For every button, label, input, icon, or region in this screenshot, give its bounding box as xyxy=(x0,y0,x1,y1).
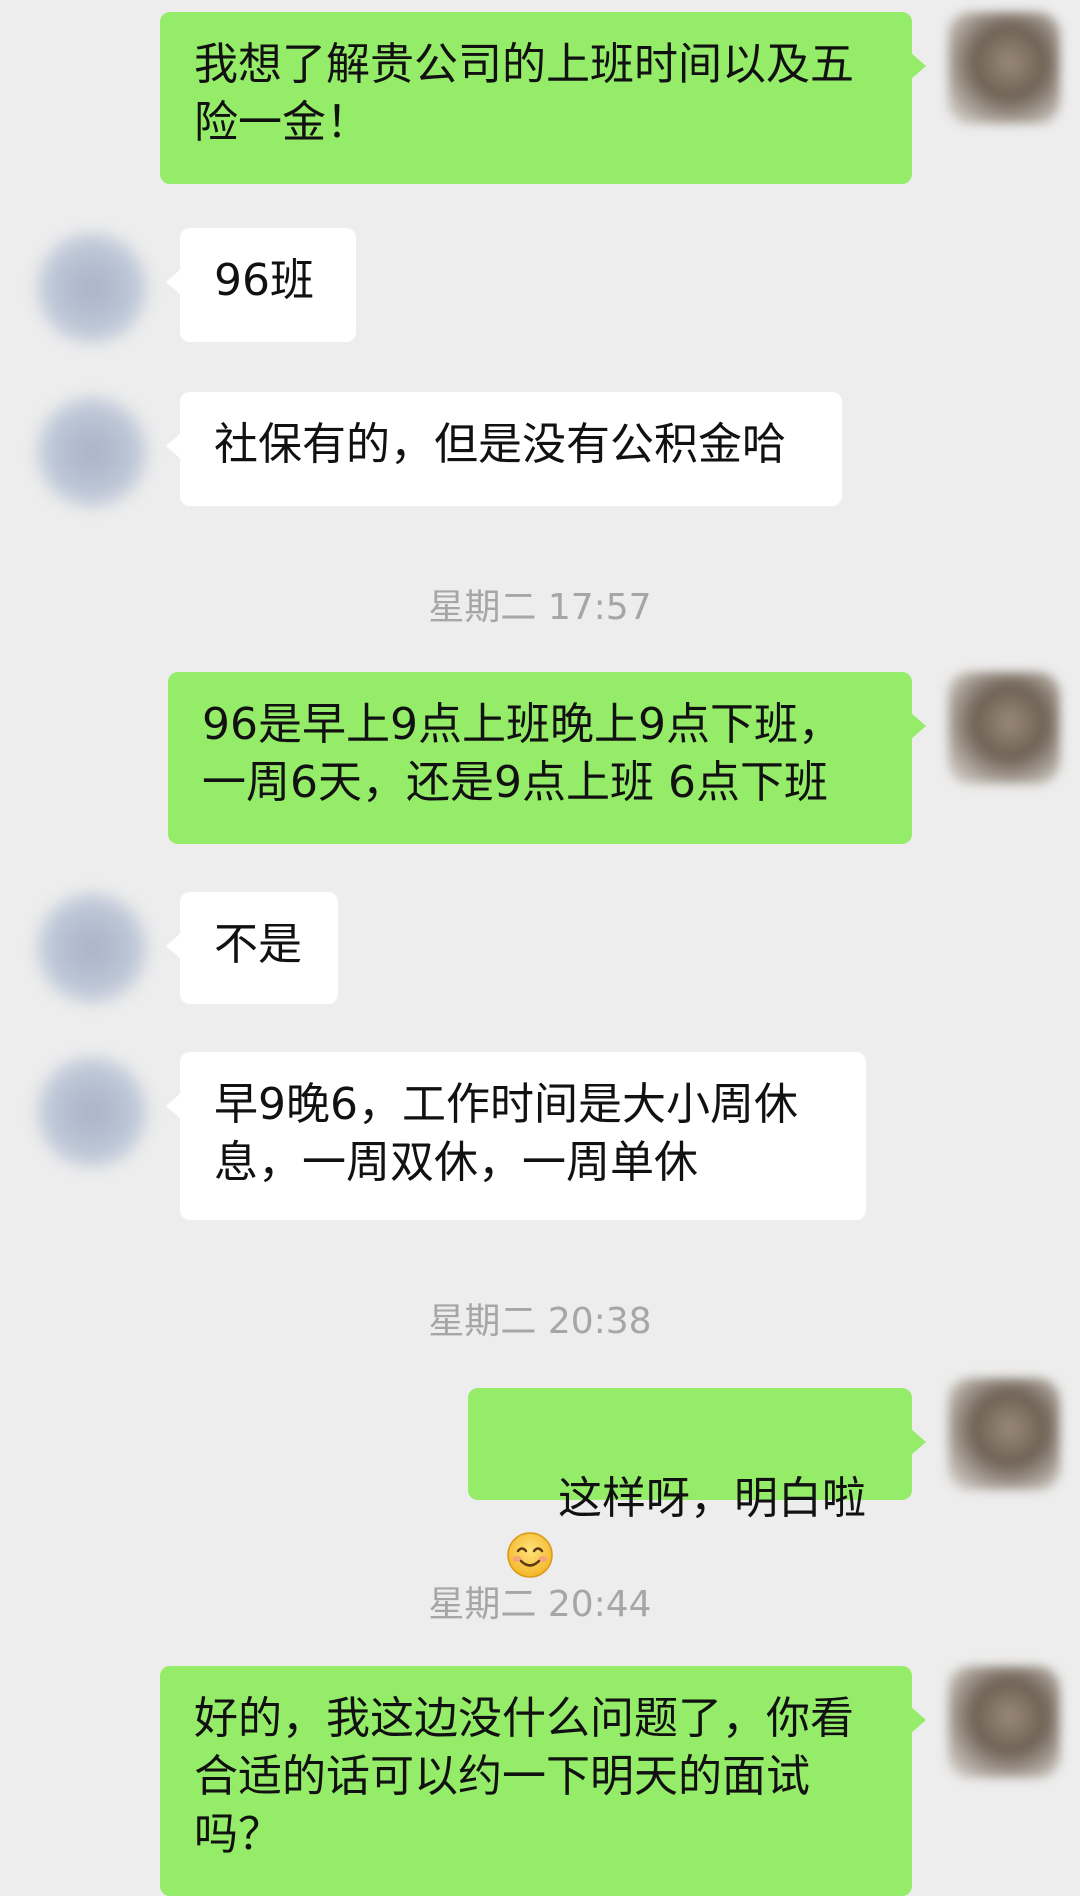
message-timestamp: 星期二 17:57 xyxy=(428,587,652,628)
contact-avatar[interactable] xyxy=(36,232,148,344)
contact-avatar[interactable] xyxy=(36,396,148,508)
message-bubble-received[interactable]: 不是 xyxy=(166,892,338,1004)
smiling-face-emoji-icon xyxy=(507,1532,553,1578)
message-bubble-sent[interactable]: 这样呀，明白啦 xyxy=(468,1388,926,1578)
message-timestamp: 星期二 20:38 xyxy=(428,1301,652,1342)
message-bubble-received[interactable]: 早9晚6，工作时间是大小周休息，一周双休，一周单休 xyxy=(166,1052,866,1220)
message-bubble-received[interactable]: 社保有的，但是没有公积金哈 xyxy=(166,392,842,506)
message-text: 这样呀，明白啦 xyxy=(557,1473,866,1524)
message-bubble-sent[interactable]: 我想了解贵公司的上班时间以及五险一金！ xyxy=(160,12,926,184)
message-bubble-sent[interactable]: 好的，我这边没什么问题了，你看合适的话可以约一下明天的面试吗？ xyxy=(160,1666,926,1896)
my-avatar[interactable] xyxy=(948,12,1060,124)
my-avatar[interactable] xyxy=(948,1378,1060,1490)
message-bubble-sent[interactable]: 96是早上9点上班晚上9点下班，一周6天，还是9点上班 6点下班 xyxy=(168,672,926,844)
message-timestamp: 星期二 20:44 xyxy=(428,1584,652,1625)
chat-conversation: 我想了解贵公司的上班时间以及五险一金！ 96班 社保有的，但是没有公积金哈 星期… xyxy=(0,0,1080,1896)
message-bubble-received[interactable]: 96班 xyxy=(166,228,356,342)
my-avatar[interactable] xyxy=(948,672,1060,784)
my-avatar[interactable] xyxy=(948,1666,1060,1778)
contact-avatar[interactable] xyxy=(36,892,148,1004)
contact-avatar[interactable] xyxy=(36,1056,148,1168)
